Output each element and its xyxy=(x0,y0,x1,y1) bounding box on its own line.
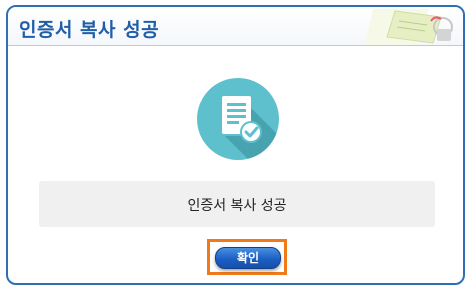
document-check-icon xyxy=(195,76,281,162)
message-text: 인증서 복사 성공 xyxy=(187,198,287,214)
dialog-title: 인증서 복사 성공 xyxy=(19,19,160,41)
certificate-icon xyxy=(365,7,457,45)
success-dialog: 인증서 복사 성공 인증서 복사 성공 확인 xyxy=(6,5,465,285)
dialog-titlebar: 인증서 복사 성공 xyxy=(8,7,463,46)
ok-button-highlight: 확인 xyxy=(207,239,287,275)
message-box: 인증서 복사 성공 xyxy=(39,181,435,227)
ok-button[interactable]: 확인 xyxy=(215,247,281,269)
dialog-content: 인증서 복사 성공 확인 xyxy=(8,46,463,283)
